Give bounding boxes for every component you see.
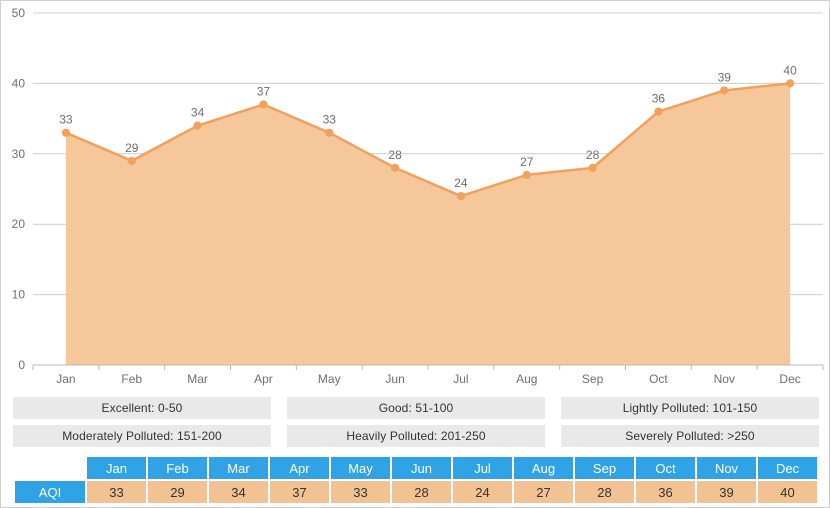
table-cell-value: 24 [453, 481, 512, 503]
y-axis-tick-label: 30 [12, 147, 26, 161]
y-axis-tick-label: 0 [18, 358, 25, 372]
data-point-label: 29 [125, 141, 139, 155]
table-cell-value: 29 [148, 481, 207, 503]
table-column-header[interactable]: Jul [453, 457, 512, 479]
table-cell-value: 27 [514, 481, 573, 503]
legend-item-moderately-polluted[interactable]: Moderately Polluted: 151-200 [13, 425, 271, 447]
aqi-level-legend: Excellent: 0-50 Good: 51-100 Lightly Pol… [13, 397, 819, 447]
legend-item-label: Lightly Polluted: 101-150 [622, 401, 758, 415]
table-column-header[interactable]: Jun [392, 457, 451, 479]
table-cell-value: 33 [87, 481, 146, 503]
table-corner-cell [15, 457, 85, 479]
data-point[interactable] [127, 156, 136, 165]
table-column-header[interactable]: May [331, 457, 390, 479]
data-point-label: 33 [323, 113, 337, 127]
table-header-row: Jan Feb Mar Apr May Jun Jul Aug Sep Oct Nov Dec [15, 457, 817, 479]
legend-item-heavily-polluted[interactable]: Heavily Polluted: 201-250 [287, 425, 545, 447]
x-axis-tick-label: Jan [56, 372, 75, 386]
table-column-header[interactable]: Nov [697, 457, 756, 479]
data-point-label: 37 [257, 85, 271, 99]
table-column-header[interactable]: Aug [514, 457, 573, 479]
data-point-label: 33 [59, 113, 73, 127]
data-point[interactable] [720, 86, 729, 95]
table-row: AQI 33 29 34 37 33 28 24 27 28 36 39 40 [15, 481, 817, 503]
legend-item-label: Severely Polluted: >250 [625, 429, 755, 443]
x-axis-tick-label: Sep [582, 372, 604, 386]
table-cell-value: 40 [758, 481, 817, 503]
y-axis-tick-label: 50 [12, 6, 26, 20]
data-point[interactable] [588, 163, 597, 172]
table-cell-value: 28 [392, 481, 451, 503]
area-fill-path [65, 83, 791, 366]
table-cell-value: 33 [331, 481, 390, 503]
x-axis-tick-label: Apr [254, 372, 273, 386]
legend-item-label: Heavily Polluted: 201-250 [346, 429, 486, 443]
data-point[interactable] [193, 121, 202, 130]
x-axis-tick-label: Mar [187, 372, 208, 386]
x-axis-tick-label: Jun [385, 372, 404, 386]
y-axis-labels-group: 0 10 20 30 40 50 [12, 6, 26, 372]
legend-item-label: Moderately Polluted: 151-200 [62, 429, 222, 443]
aqi-data-table-wrap: Jan Feb Mar Apr May Jun Jul Aug Sep Oct Nov Dec AQI… [13, 455, 819, 505]
legend-item-excellent[interactable]: Excellent: 0-50 [13, 397, 271, 419]
area-chart: 0 10 20 30 40 50 33 29 34 37 33 28 24 27 28 36 39 40 Jan… [1, 1, 829, 393]
table-column-header[interactable]: Feb [148, 457, 207, 479]
legend-item-label: Excellent: 0-50 [101, 401, 183, 415]
y-axis-tick-label: 20 [12, 217, 26, 231]
data-point-label: 27 [520, 155, 534, 169]
table-cell-value: 36 [636, 481, 695, 503]
chart-canvas: 0 10 20 30 40 50 33 29 34 37 33 28 24 27 28 36 39 40 Jan… [12, 6, 824, 386]
legend-item-good[interactable]: Good: 51-100 [287, 397, 545, 419]
x-axis-labels-group: Jan Feb Mar Apr May Jun Jul Aug Sep Oct Nov Dec [56, 372, 801, 386]
data-point[interactable] [390, 163, 400, 172]
x-axis-tick-label: May [318, 372, 341, 386]
data-point[interactable] [259, 100, 268, 109]
data-point[interactable] [325, 128, 334, 137]
y-axis-tick-label: 40 [12, 76, 26, 90]
table-column-header[interactable]: Mar [209, 457, 268, 479]
data-point-label: 24 [454, 176, 468, 190]
data-point[interactable] [522, 170, 531, 180]
data-point-label: 34 [191, 106, 205, 120]
x-axis-tick-label: Oct [649, 372, 668, 386]
data-point[interactable] [456, 191, 466, 201]
table-column-header[interactable]: Jan [87, 457, 146, 479]
aqi-data-table: Jan Feb Mar Apr May Jun Jul Aug Sep Oct Nov Dec AQI… [13, 455, 819, 505]
data-point-label: 28 [388, 148, 402, 162]
x-axis-tick-label: Feb [121, 372, 142, 386]
table-cell-value: 37 [270, 481, 329, 503]
legend-item-label: Good: 51-100 [378, 401, 454, 415]
table-column-header[interactable]: Oct [636, 457, 695, 479]
data-point[interactable] [785, 79, 795, 88]
data-point-label: 39 [718, 70, 732, 84]
y-axis-tick-label: 10 [12, 288, 26, 302]
x-axis-tick-label: Dec [779, 372, 800, 386]
data-point-label: 40 [783, 63, 797, 77]
data-point-label: 36 [652, 92, 666, 106]
data-point[interactable] [654, 107, 663, 116]
aqi-chart-panel: 0 10 20 30 40 50 33 29 34 37 33 28 24 27 28 36 39 40 Jan… [0, 0, 830, 508]
table-row-label: AQI [15, 481, 85, 503]
table-cell-value: 28 [575, 481, 634, 503]
x-axis-tick-label: Aug [516, 372, 537, 386]
table-column-header[interactable]: Apr [270, 457, 329, 479]
table-cell-value: 39 [697, 481, 756, 503]
table-column-header[interactable]: Dec [758, 457, 817, 479]
x-axis-tick-label: Nov [714, 372, 735, 386]
data-point[interactable] [61, 128, 71, 137]
table-cell-value: 34 [209, 481, 268, 503]
table-column-header[interactable]: Sep [575, 457, 634, 479]
data-point-label: 28 [586, 148, 600, 162]
legend-item-lightly-polluted[interactable]: Lightly Polluted: 101-150 [561, 397, 819, 419]
legend-item-severely-polluted[interactable]: Severely Polluted: >250 [561, 425, 819, 447]
x-axis-tick-label: Jul [453, 372, 468, 386]
x-axis-ticks-group [32, 365, 824, 370]
